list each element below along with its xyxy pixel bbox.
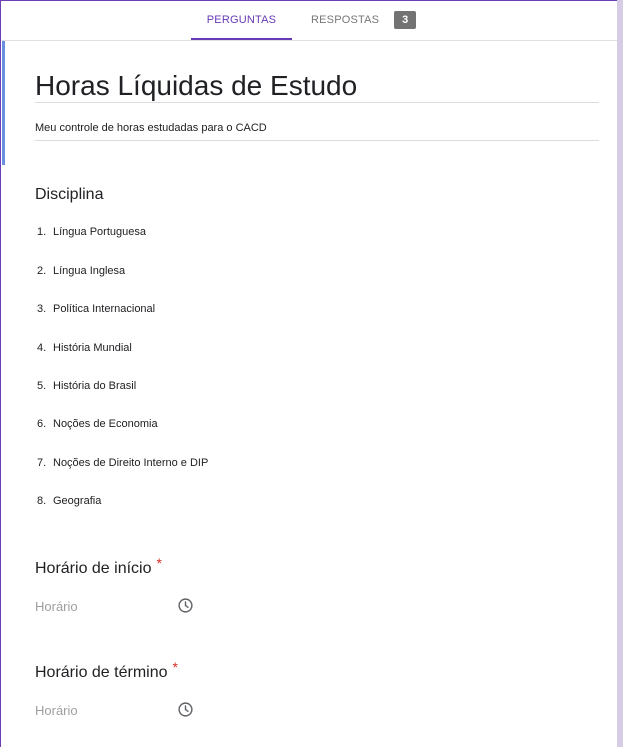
- option-number: 7.: [37, 457, 47, 469]
- option-label: Língua Portuguesa: [53, 226, 146, 238]
- option-number: 2.: [37, 265, 47, 277]
- title-underline: [35, 102, 599, 103]
- option-number: 1.: [37, 226, 47, 238]
- list-item: 5. História do Brasil: [37, 380, 136, 392]
- form-description[interactable]: Meu controle de horas estudadas para o C…: [35, 122, 267, 134]
- option-label: Geografia: [53, 495, 102, 507]
- tab-questions-label: PERGUNTAS: [206, 13, 277, 26]
- question-title-text: Horário de início: [35, 560, 152, 577]
- tab-responses[interactable]: RESPOSTAS 3: [301, 1, 421, 39]
- option-label: Língua Inglesa: [53, 265, 126, 277]
- option-label: História do Brasil: [53, 380, 137, 392]
- option-number: 5.: [37, 380, 47, 392]
- option-number: 4.: [37, 342, 47, 354]
- list-item: 6. Noções de Economia: [37, 418, 158, 430]
- right-edge-strip: [617, 0, 623, 747]
- question-title-horario-termino: Horário de término *: [35, 659, 178, 682]
- description-underline: [35, 140, 599, 141]
- question-title-disciplina: Disciplina: [35, 186, 104, 203]
- tab-bar: PERGUNTAS RESPOSTAS 3: [1, 1, 617, 41]
- list-item: 7. Noções de Direito Interno e DIP: [37, 457, 208, 469]
- question-title-horario-inicio: Horário de início *: [35, 555, 162, 578]
- required-asterisk: *: [172, 659, 178, 675]
- tab-questions[interactable]: PERGUNTAS: [191, 1, 292, 40]
- tab-responses-label: RESPOSTAS: [311, 14, 380, 26]
- option-label: Política Internacional: [53, 303, 156, 315]
- form-editor: PERGUNTAS RESPOSTAS 3 Horas Líquidas de …: [0, 0, 617, 747]
- required-asterisk: *: [156, 555, 162, 571]
- option-label: Noções de Direito Interno e DIP: [53, 457, 209, 469]
- option-number: 6.: [37, 418, 47, 430]
- list-item: 8. Geografia: [37, 495, 101, 507]
- list-item: 2. Língua Inglesa: [37, 265, 125, 277]
- question-title-text: Horário de término: [35, 664, 168, 681]
- list-item: 4. História Mundial: [37, 342, 132, 354]
- form-title[interactable]: Horas Líquidas de Estudo: [35, 67, 357, 105]
- time-input-inicio[interactable]: Horário: [35, 599, 78, 614]
- responses-count-badge: 3: [394, 11, 417, 29]
- clock-icon: [178, 702, 193, 717]
- option-number: 3.: [37, 303, 47, 315]
- option-label: Noções de Economia: [53, 418, 158, 430]
- header-accent-bar: [2, 41, 5, 165]
- time-input-termino[interactable]: Horário: [35, 703, 78, 718]
- list-item: 1. Língua Portuguesa: [37, 226, 146, 238]
- list-item: 3. Política Internacional: [37, 303, 155, 315]
- clock-icon: [178, 598, 193, 613]
- option-number: 8.: [37, 495, 47, 507]
- option-label: História Mundial: [53, 342, 132, 354]
